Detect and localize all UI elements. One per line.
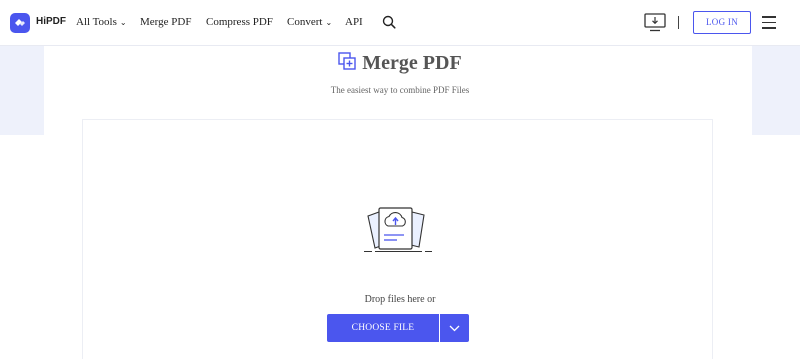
nav-api[interactable]: API (345, 16, 363, 28)
page-title: Merge PDF (362, 52, 462, 74)
desktop-download-icon[interactable] (644, 13, 666, 37)
search-icon[interactable] (382, 15, 396, 34)
hamburger-menu-icon[interactable] (762, 16, 776, 29)
nav-compress-pdf[interactable]: Compress PDF (206, 16, 273, 28)
page-title-row: Merge PDF (0, 52, 800, 75)
hipdf-logo-icon[interactable] (10, 13, 30, 33)
choose-file-dropdown[interactable] (440, 314, 469, 342)
brand-name[interactable]: HiPDF (36, 16, 66, 27)
login-button[interactable]: LOG IN (693, 11, 751, 34)
drop-files-text: Drop files here or (364, 294, 436, 305)
merge-pdf-icon (338, 52, 356, 75)
chevron-down-icon: ⌄ (325, 18, 333, 27)
nav-convert[interactable]: Convert ⌄ (287, 16, 332, 28)
nav-all-tools[interactable]: All Tools ⌄ (76, 16, 127, 28)
nav-convert-label: Convert (287, 16, 323, 28)
choose-file-button[interactable]: CHOOSE FILE (327, 314, 439, 342)
nav-merge-pdf[interactable]: Merge PDF (140, 16, 191, 28)
nav-all-tools-label: All Tools (76, 16, 117, 28)
chevron-down-icon: ⌄ (119, 18, 127, 27)
chevron-down-icon (449, 325, 460, 332)
page-subtitle: The easiest way to combine PDF Files (330, 85, 470, 95)
upload-files-icon (364, 204, 434, 259)
top-navbar: HiPDF All Tools ⌄ Merge PDF Compress PDF … (0, 0, 800, 46)
nav-divider (678, 16, 679, 29)
